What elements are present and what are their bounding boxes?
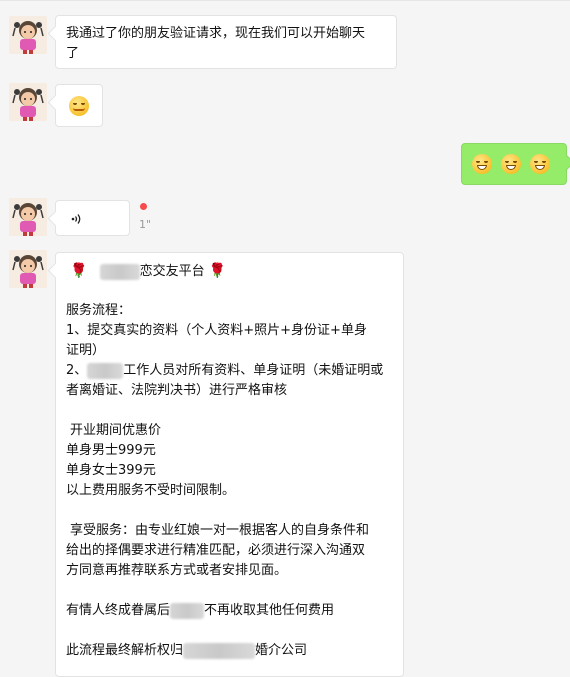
message-text: 者离婚证、法院判决书）进行严格审核 — [66, 383, 288, 398]
message-text: 方同意再推荐联系方式或者安排见面。 — [66, 563, 288, 578]
message-text: 此流程最终解析权归 — [66, 643, 184, 658]
message-text: 单身女士399元 — [66, 463, 156, 478]
grin-emoji-icon — [530, 154, 550, 174]
message-bubble[interactable] — [55, 84, 103, 127]
girl-avatar-icon — [9, 198, 47, 236]
message-text: 有情人终成眷属后 — [66, 603, 171, 618]
rose-icon: 🌹 — [208, 263, 227, 279]
message-bubble[interactable]: 我通过了你的朋友验证请求，现在我们可以开始聊天 了 — [55, 15, 397, 69]
message-bubble[interactable]: 🌹 恋交友平台 🌹 服务流程： 1、提交真实的资料（个人资料+照片+身份证+单身… — [55, 252, 404, 677]
self-message-bubble[interactable] — [461, 143, 567, 185]
contact-avatar[interactable] — [9, 16, 47, 54]
redacted-text — [99, 263, 140, 280]
message-text: 了 — [66, 46, 80, 61]
message-text: 证明） — [66, 343, 106, 358]
girl-avatar-icon — [9, 250, 47, 288]
message-text: 单身男士999元 — [66, 443, 156, 458]
message-text-line: 2、 工作人员对所有资料、单身证明（未婚证明或 — [66, 361, 393, 381]
grin-emoji-icon — [472, 154, 492, 174]
message-text: 不再收取其他任何费用 — [204, 603, 335, 618]
voice-wave-icon — [71, 214, 81, 224]
smile-emoji-icon — [69, 96, 89, 116]
voice-message-bubble[interactable] — [55, 200, 130, 236]
message-text: 服务流程： — [66, 303, 132, 318]
redacted-text — [183, 642, 256, 659]
message-title: 恋交友平台 — [139, 264, 205, 279]
message-text-line: 有情人终成眷属后 不再收取其他任何费用 — [66, 601, 393, 621]
top-divider — [0, 0, 570, 1]
contact-avatar[interactable] — [9, 250, 47, 288]
contact-avatar[interactable] — [9, 198, 47, 236]
message-text: 婚介公司 — [255, 643, 308, 658]
message-text: 以上费用服务不受时间限制。 — [66, 483, 236, 498]
message-text: 1、提交真实的资料（个人资料+照片+身份证+单身 — [66, 323, 367, 338]
redacted-text — [87, 362, 124, 379]
grin-emoji-icon — [501, 154, 521, 174]
girl-avatar-icon — [9, 83, 47, 121]
message-text: 工作人员对所有资料、单身证明（未婚证明或 — [123, 363, 384, 378]
redacted-text — [170, 602, 205, 619]
message-text: 享受服务：由专业红娘一对一根据客人的自身条件和 — [70, 523, 370, 538]
rose-icon: 🌹 — [70, 263, 88, 279]
message-text: 2、 — [66, 363, 88, 378]
message-text: 我通过了你的朋友验证请求，现在我们可以开始聊天 — [66, 26, 366, 41]
girl-avatar-icon — [9, 16, 47, 54]
voice-duration: 1" — [139, 218, 152, 231]
message-title-line: 🌹 恋交友平台 🌹 — [70, 261, 393, 281]
contact-avatar[interactable] — [9, 83, 47, 121]
message-text: 开业期间优惠价 — [70, 423, 162, 438]
unread-dot — [140, 203, 147, 210]
message-text-line: 此流程最终解析权归 婚介公司 — [66, 641, 393, 661]
message-text: 给出的择偶要求进行精准匹配，必须进行深入沟通双 — [66, 543, 366, 558]
